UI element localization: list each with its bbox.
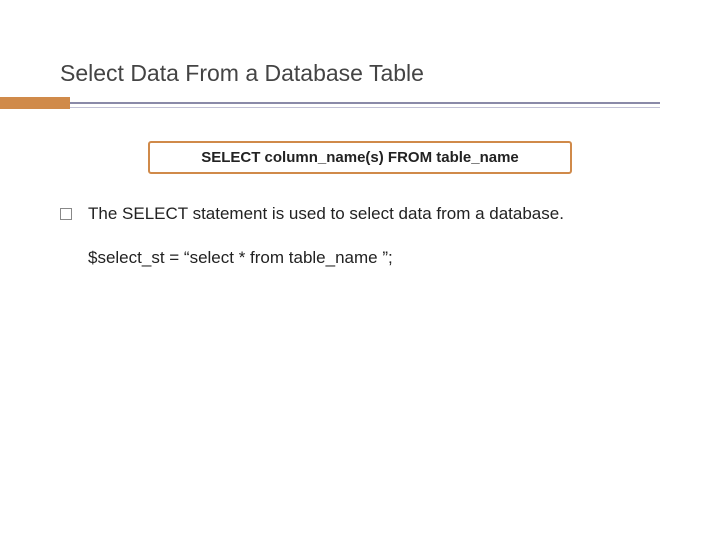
bullet-text: The SELECT statement is used to select d… [88, 204, 564, 224]
title-rule [0, 97, 660, 111]
code-line: $select_st = “select * from table_name ”… [88, 248, 660, 268]
rule-accent [0, 97, 70, 109]
rule-line-bottom [70, 107, 660, 108]
syntax-text: SELECT column_name(s) FROM table_name [201, 149, 519, 166]
page-title: Select Data From a Database Table [60, 60, 660, 87]
syntax-box: SELECT column_name(s) FROM table_name [148, 141, 572, 174]
rule-line-top [70, 102, 660, 104]
bullet-row: The SELECT statement is used to select d… [60, 204, 660, 224]
square-bullet-icon [60, 208, 72, 220]
